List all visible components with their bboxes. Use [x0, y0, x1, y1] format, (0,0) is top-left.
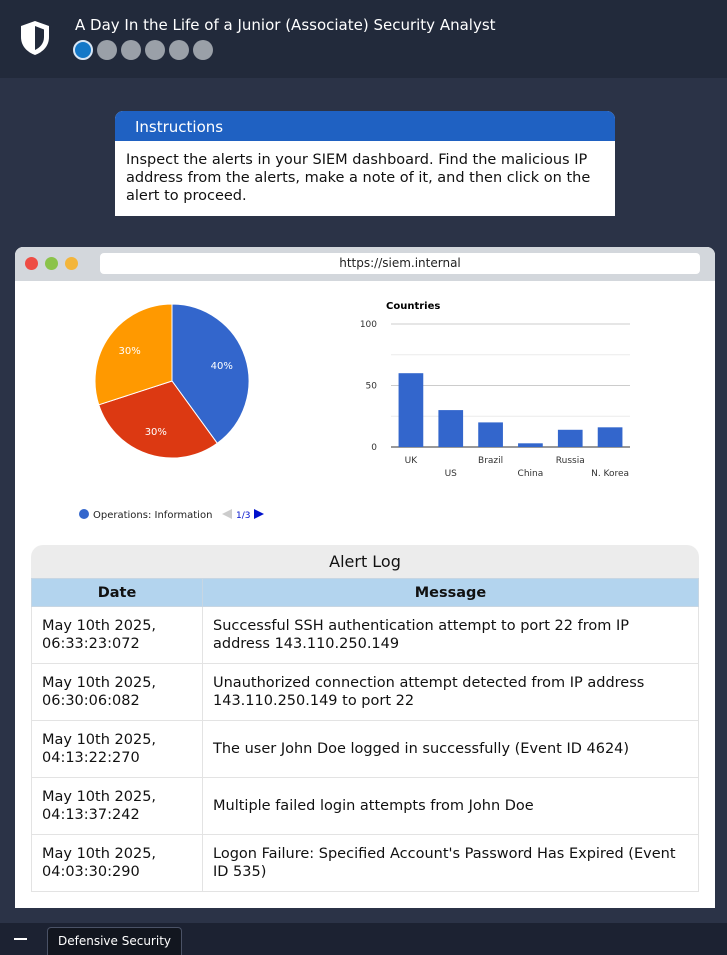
bar[interactable] [518, 443, 543, 447]
instructions-heading: Instructions [115, 111, 615, 141]
progress-dot-3 [121, 40, 141, 60]
close-window-button[interactable] [25, 257, 38, 270]
bar-chart-countries: Countries 0 50 100 UK US Brazil China Russia N. K… [360, 301, 630, 479]
alert-message: Multiple failed login attempts from John… [202, 777, 699, 835]
x-tick-label: US [445, 469, 458, 479]
progress-dot-4 [145, 40, 165, 60]
bar[interactable] [438, 410, 464, 447]
y-tick-label: 50 [366, 382, 378, 392]
alert-date: May 10th 2025, 06:30:06:082 [31, 663, 203, 721]
browser-window: https://siem.internal 40% 30% 30% Operation… [15, 247, 715, 908]
alert-date: May 10th 2025, 04:13:22:270 [31, 720, 203, 778]
progress-dot-2 [97, 40, 117, 60]
y-tick-label: 0 [371, 443, 377, 453]
x-tick-label: UK [405, 456, 419, 466]
pie-slice-label: 30% [119, 346, 141, 357]
course-title: A Day In the Life of a Junior (Associate… [75, 16, 496, 34]
progress-dots [73, 40, 213, 60]
alert-row[interactable]: May 10th 2025, 06:30:06:082 Unauthorized… [31, 663, 699, 721]
x-tick-label: Russia [556, 456, 585, 466]
address-bar[interactable]: https://siem.internal [100, 253, 700, 274]
instructions-text: Inspect the alerts in your SIEM dashboar… [126, 152, 591, 204]
x-tick-label: China [518, 469, 544, 479]
legend-entry: Operations: Information [93, 510, 212, 521]
x-tick-label: N. Korea [591, 469, 629, 479]
bar[interactable] [557, 429, 583, 447]
alert-message: Successful SSH authentication attempt to… [202, 606, 699, 664]
alert-log: Alert Log Date Message May 10th 2025, 06… [31, 545, 699, 892]
alert-row[interactable]: May 10th 2025, 04:13:22:270 The user Joh… [31, 720, 699, 778]
alert-row[interactable]: May 10th 2025, 04:13:37:242 Multiple fai… [31, 777, 699, 835]
legend-next-arrow-icon[interactable] [254, 509, 264, 519]
bar[interactable] [398, 373, 424, 447]
legend-prev-arrow-icon[interactable] [222, 509, 232, 519]
legend-marker [79, 509, 89, 519]
shield-icon [21, 21, 49, 55]
alert-message: Logon Failure: Specified Account's Passw… [202, 834, 699, 892]
minimize-window-button[interactable] [45, 257, 58, 270]
alert-date: May 10th 2025, 06:33:23:072 [31, 606, 203, 664]
alert-row[interactable]: May 10th 2025, 04:03:30:290 Logon Failur… [31, 834, 699, 892]
progress-dot-6 [193, 40, 213, 60]
alert-table: Date Message May 10th 2025, 06:33:23:072… [31, 578, 699, 892]
maximize-window-button[interactable] [65, 257, 78, 270]
pie-slice-label: 30% [145, 427, 167, 438]
alert-table-header: Date Message [31, 578, 699, 607]
progress-dot-5 [169, 40, 189, 60]
progress-dot-1 [73, 40, 93, 60]
column-header-message: Message [202, 578, 699, 607]
instructions-panel: Instructions Inspect the alerts in your … [115, 111, 615, 216]
top-header: A Day In the Life of a Junior (Associate… [0, 0, 727, 78]
x-tick-label: Brazil [478, 456, 503, 466]
alert-row[interactable]: May 10th 2025, 06:33:23:072 Successful S… [31, 606, 699, 664]
taskbar: Defensive Security [0, 923, 727, 955]
column-header-date: Date [31, 578, 203, 607]
legend-page-indicator: 1/3 [236, 511, 250, 521]
y-tick-label: 100 [360, 320, 377, 330]
alert-message: Unauthorized connection attempt detected… [202, 663, 699, 721]
bar[interactable] [597, 427, 623, 447]
alert-date: May 10th 2025, 04:03:30:290 [31, 834, 203, 892]
chart-title: Countries [386, 301, 440, 312]
browser-toolbar: https://siem.internal [15, 247, 715, 281]
minimize-icon[interactable] [14, 938, 27, 940]
bar[interactable] [478, 422, 503, 447]
alert-date: May 10th 2025, 04:13:37:242 [31, 777, 203, 835]
alert-log-title: Alert Log [31, 545, 699, 578]
taskbar-tab-defensive-security[interactable]: Defensive Security [47, 927, 182, 955]
pie-slice-label: 40% [211, 361, 233, 372]
alert-message: The user John Doe logged in successfully… [202, 720, 699, 778]
pie-chart: 40% 30% 30% Operations: Information 1/3 [79, 303, 264, 521]
